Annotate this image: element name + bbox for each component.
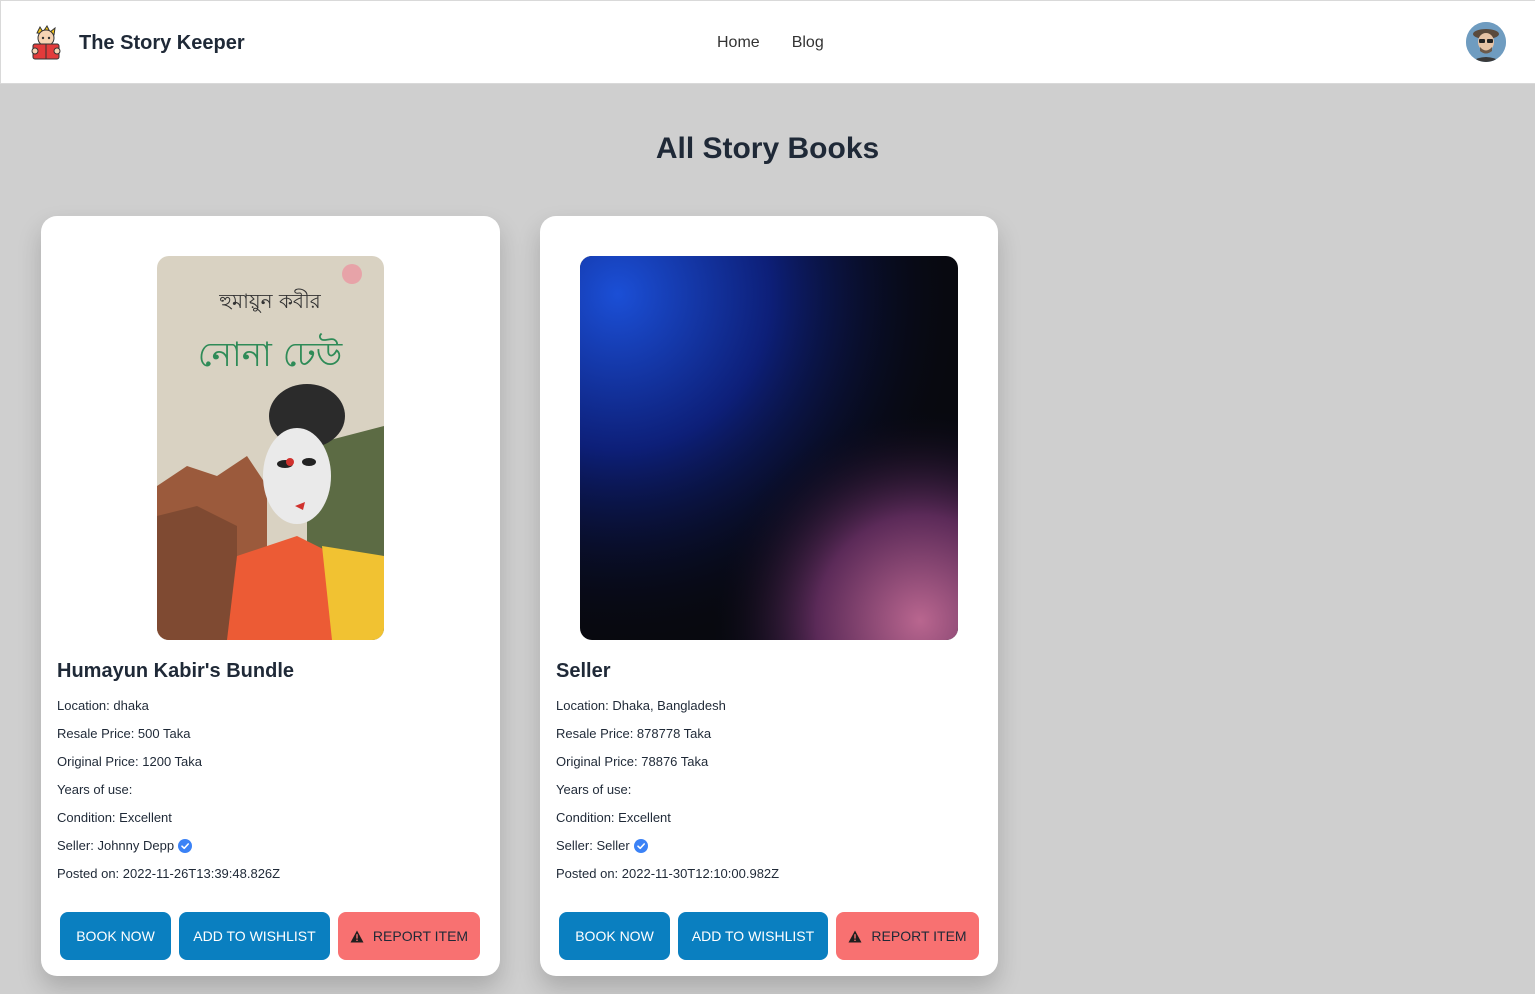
verified-badge-icon (633, 839, 648, 853)
book-cover-image: হুমায়ুন কবীর নোনা ঢেউ (157, 256, 384, 640)
book-cover-image (580, 256, 958, 640)
condition: Condition: Excellent (57, 810, 172, 825)
seller: Seller: Johnny Depp (57, 838, 175, 853)
book-title: Seller (556, 660, 611, 682)
book-details: Location: dhaka Resale Price: 500 Taka O… (57, 696, 280, 892)
report-item-button[interactable]: REPORT ITEM (836, 912, 979, 960)
brand-name: The Story Keeper (79, 31, 245, 54)
warning-icon (350, 930, 364, 942)
navbar: The Story Keeper Home Blog (0, 0, 1535, 84)
nav-links: Home Blog (717, 34, 856, 52)
years-of-use: Years of use: (57, 782, 133, 797)
user-avatar-icon (1466, 22, 1506, 62)
add-to-wishlist-button[interactable]: ADD TO WISHLIST (678, 912, 828, 960)
book-details: Location: Dhaka, Bangladesh Resale Price… (556, 696, 779, 892)
book-card: হুমায়ুন কবীর নোনা ঢেউ Humayun Kabir's B… (41, 216, 500, 976)
report-item-label: REPORT ITEM (871, 928, 967, 944)
avatar[interactable] (1466, 22, 1506, 62)
svg-text:হুমায়ুন কবীর: হুমায়ুন কবীর (218, 289, 322, 313)
report-item-label: REPORT ITEM (372, 928, 469, 944)
book-now-button[interactable]: BOOK NOW (559, 912, 670, 960)
nav-link-home[interactable]: Home (717, 34, 760, 52)
add-to-wishlist-button[interactable]: ADD TO WISHLIST (179, 912, 330, 960)
book-title: Humayun Kabir's Bundle (57, 660, 295, 682)
original-price: Original Price: 1200 Taka (57, 754, 203, 769)
location: Location: Dhaka, Bangladesh (556, 698, 726, 713)
seller-row: Seller: Seller (556, 836, 779, 864)
page-title: All Story Books (655, 132, 880, 165)
verified-badge-icon (178, 839, 193, 853)
brand[interactable]: The Story Keeper (29, 25, 245, 61)
nav-link-blog[interactable]: Blog (792, 34, 824, 52)
resale-price: Resale Price: 500 Taka (57, 726, 191, 741)
seller-row: Seller: Johnny Depp (57, 836, 280, 864)
resale-price: Resale Price: 878778 Taka (556, 726, 712, 741)
book-card: Seller Location: Dhaka, Bangladesh Resal… (540, 216, 998, 976)
years-of-use: Years of use: (556, 782, 632, 797)
report-item-button[interactable]: REPORT ITEM (338, 912, 480, 960)
original-price: Original Price: 78876 Taka (556, 754, 709, 769)
book-now-button[interactable]: BOOK NOW (60, 912, 171, 960)
seller: Seller: Seller (556, 838, 630, 853)
warning-icon (848, 930, 862, 942)
condition: Condition: Excellent (556, 810, 671, 825)
location: Location: dhaka (57, 698, 149, 713)
reading-kid-logo-icon (31, 25, 61, 60)
svg-text:নোনা ঢেউ: নোনা ঢেউ (198, 333, 343, 375)
posted-on: Posted on: 2022-11-30T12:10:00.982Z (556, 866, 780, 881)
posted-on: Posted on: 2022-11-26T13:39:48.826Z (57, 866, 281, 881)
